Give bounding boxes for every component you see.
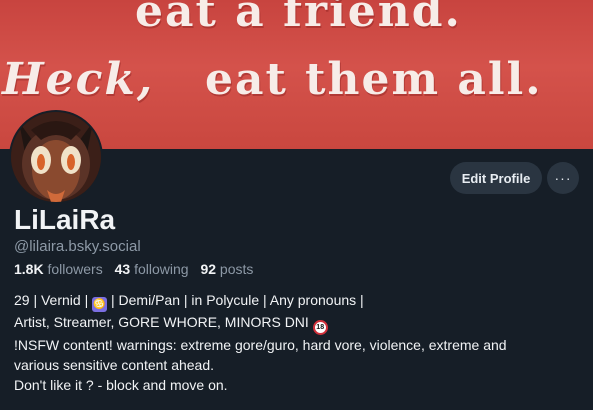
edit-profile-button[interactable]: Edit Profile xyxy=(450,162,542,194)
banner-text-line2b: eat them all. xyxy=(205,54,543,105)
followers-link[interactable]: 1.8K followers xyxy=(14,261,103,277)
no-under-18-icon: 18 xyxy=(312,320,328,335)
bio-line-1-start: 29 | Vernid | xyxy=(14,292,93,308)
bio-line-5: Don't like it ? - block and move on. xyxy=(14,377,228,393)
cancer-zodiac-icon: ♋ xyxy=(92,297,108,312)
profile-handle: @lilaira.bsky.social xyxy=(14,238,141,255)
followers-count: 1.8K xyxy=(14,261,44,277)
more-options-button[interactable]: ··· xyxy=(547,162,579,194)
profile-bio: 29 | Vernid | ♋ | Demi/Pan | in Polycule… xyxy=(14,290,579,395)
posts-label: posts xyxy=(219,261,254,277)
bio-line-2-text: Artist, Streamer, GORE WHORE, MINORS DNI xyxy=(14,314,313,330)
avatar[interactable] xyxy=(9,110,103,204)
following-label: following xyxy=(134,261,189,277)
following-count: 43 xyxy=(114,261,131,277)
display-name: LiLaiRa xyxy=(14,204,116,235)
following-link[interactable]: 43 following xyxy=(115,261,189,277)
bio-line-1: 29 | Vernid | ♋ | Demi/Pan | in Polycule… xyxy=(14,290,579,312)
posts-stat: 92 posts xyxy=(200,261,253,277)
bio-line-1-end: | Demi/Pan | in Polycule | Any pronouns … xyxy=(107,292,364,308)
bio-line-3: !NSFW content! warnings: extreme gore/gu… xyxy=(14,337,507,353)
bio-line-4: various sensitive content ahead. xyxy=(14,357,215,373)
avatar-icon xyxy=(11,112,101,202)
banner-text-line1: eat a friend. xyxy=(135,0,462,37)
ellipsis-icon: ··· xyxy=(554,170,572,186)
followers-label: followers xyxy=(47,261,103,277)
banner-text-line2a: Heck, xyxy=(2,54,155,105)
posts-count: 92 xyxy=(200,261,217,277)
profile-stats: 1.8K followers 43 following 92 posts xyxy=(14,261,261,277)
bio-line-2: Artist, Streamer, GORE WHORE, MINORS DNI… xyxy=(14,312,579,335)
